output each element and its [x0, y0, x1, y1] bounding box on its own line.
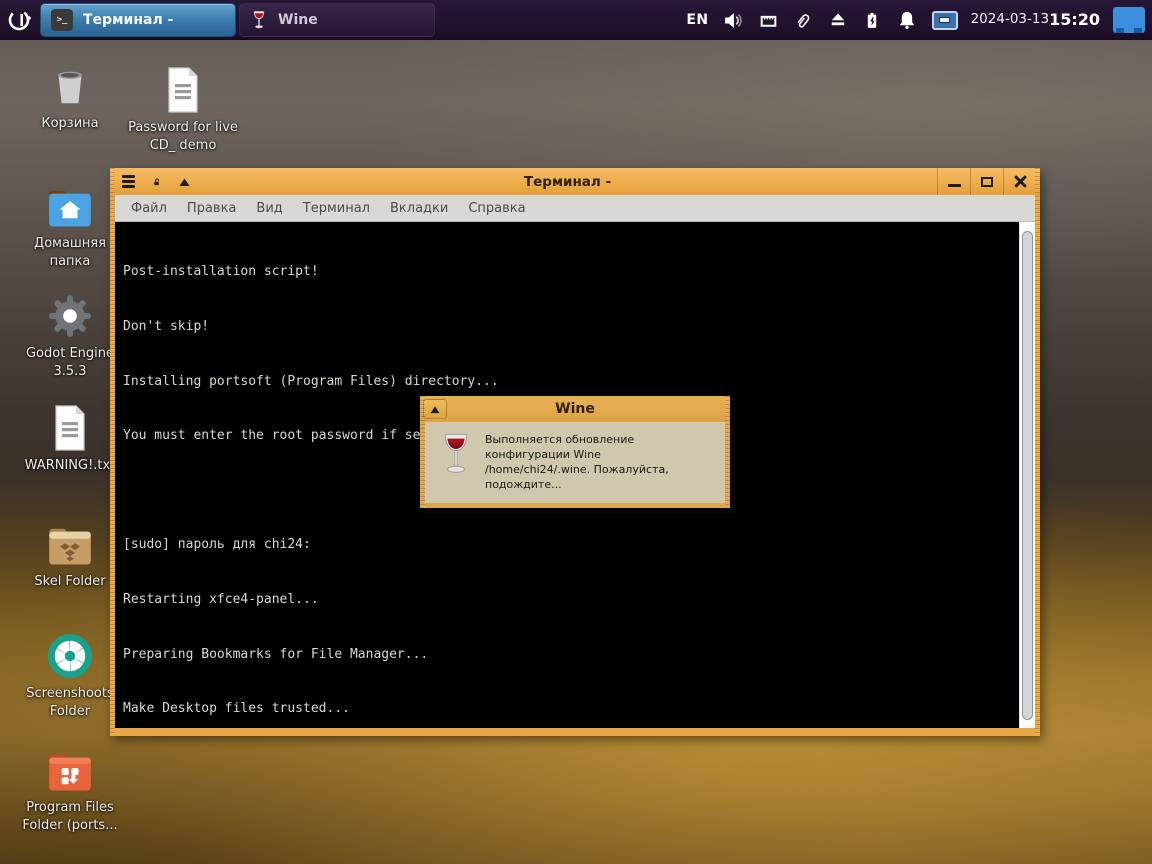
- taskbar-button-label: Wine: [278, 12, 318, 28]
- wine-dialog-title: Wine: [555, 401, 595, 417]
- minimize-icon: [947, 184, 961, 187]
- clock-time: 15:20: [1049, 9, 1100, 29]
- lock-icon: [153, 178, 159, 185]
- wine-glass-icon: [439, 433, 473, 475]
- battery-icon[interactable]: [855, 0, 889, 40]
- maximize-button[interactable]: [970, 168, 1003, 195]
- show-desktop-icon: [1113, 7, 1145, 33]
- clipboard-manager-icon[interactable]: [786, 0, 821, 40]
- system-tray: EN 2024-03-13 15:20: [679, 0, 1152, 40]
- terminal-scrollbar[interactable]: [1019, 222, 1035, 728]
- wine-glass-icon: [250, 10, 268, 30]
- menu-terminal[interactable]: Терминал: [293, 195, 380, 221]
- window-shade-button[interactable]: [171, 171, 197, 192]
- taskbar-button-terminal[interactable]: >_ Терминал -: [40, 3, 236, 37]
- network-icon[interactable]: [751, 0, 786, 40]
- taskbar-button-label: Терминал -: [83, 12, 174, 28]
- clock-date: 2024-03-13: [970, 11, 1050, 28]
- desktop-icon-trash[interactable]: Корзина: [14, 58, 126, 133]
- wine-dialog-body: Выполняется обновление конфигурации Wine…: [425, 422, 725, 503]
- close-icon: [1013, 174, 1028, 189]
- window-stick-button[interactable]: [143, 171, 169, 192]
- apps-folder-icon: [45, 742, 95, 794]
- wine-dialog-titlebar[interactable]: Wine: [420, 396, 730, 422]
- window-title: Терминал -: [523, 173, 612, 190]
- volume-icon[interactable]: [716, 0, 751, 40]
- wine-dialog: Wine Выполняется обновление конфигурации…: [420, 396, 730, 508]
- text-file-icon: [163, 62, 203, 114]
- chevron-up-icon: [430, 405, 440, 413]
- maximize-icon: [981, 176, 993, 187]
- dropbox-folder-icon: [45, 516, 95, 568]
- show-desktop-button[interactable]: [1106, 0, 1152, 40]
- hamburger-icon: [121, 175, 135, 188]
- chevron-up-icon: [179, 178, 189, 186]
- taskbar: >_ Терминал - Wine: [40, 0, 435, 40]
- minimize-button[interactable]: [937, 168, 970, 195]
- taskbar-button-wine[interactable]: Wine: [239, 3, 435, 37]
- menu-view[interactable]: Вид: [246, 195, 292, 221]
- terminal-menubar: Файл Правка Вид Терминал Вкладки Справка: [115, 195, 1035, 222]
- terminal-titlebar[interactable]: Терминал -: [110, 168, 1040, 195]
- top-panel: >_ Терминал - Wine EN 2024-03-13 15:20: [0, 0, 1152, 40]
- eject-icon[interactable]: [821, 0, 855, 40]
- camera-shutter-icon: [46, 628, 94, 680]
- workspace-1: [931, 10, 958, 30]
- clock[interactable]: 2024-03-13 15:20: [965, 0, 1106, 40]
- text-file-icon: [50, 400, 90, 452]
- desktop-icon-password-file[interactable]: Password for live CD_ demo: [127, 62, 239, 155]
- desktop-icon-program-files-folder[interactable]: Program Files Folder (ports...: [14, 742, 126, 835]
- notifications-bell-icon[interactable]: [889, 0, 925, 40]
- window-menu-button[interactable]: [115, 171, 141, 192]
- window-controls: [937, 168, 1036, 195]
- menu-file[interactable]: Файл: [121, 195, 177, 221]
- scrollbar-thumb[interactable]: [1022, 231, 1033, 720]
- distro-logo-icon[interactable]: [0, 0, 40, 40]
- trash-icon: [47, 58, 93, 110]
- menu-help[interactable]: Справка: [458, 195, 535, 221]
- keyboard-layout-indicator[interactable]: EN: [679, 0, 715, 40]
- terminal-icon: >_: [51, 9, 73, 31]
- menu-tabs[interactable]: Вкладки: [380, 195, 458, 221]
- gear-icon: [46, 288, 94, 340]
- close-button[interactable]: [1003, 168, 1036, 195]
- dialog-shade-button[interactable]: [423, 399, 447, 419]
- home-folder-icon: [45, 178, 95, 230]
- wine-dialog-message: Выполняется обновление конфигурации Wine…: [485, 433, 669, 491]
- menu-edit[interactable]: Правка: [177, 195, 246, 221]
- workspace-pager[interactable]: [925, 0, 965, 40]
